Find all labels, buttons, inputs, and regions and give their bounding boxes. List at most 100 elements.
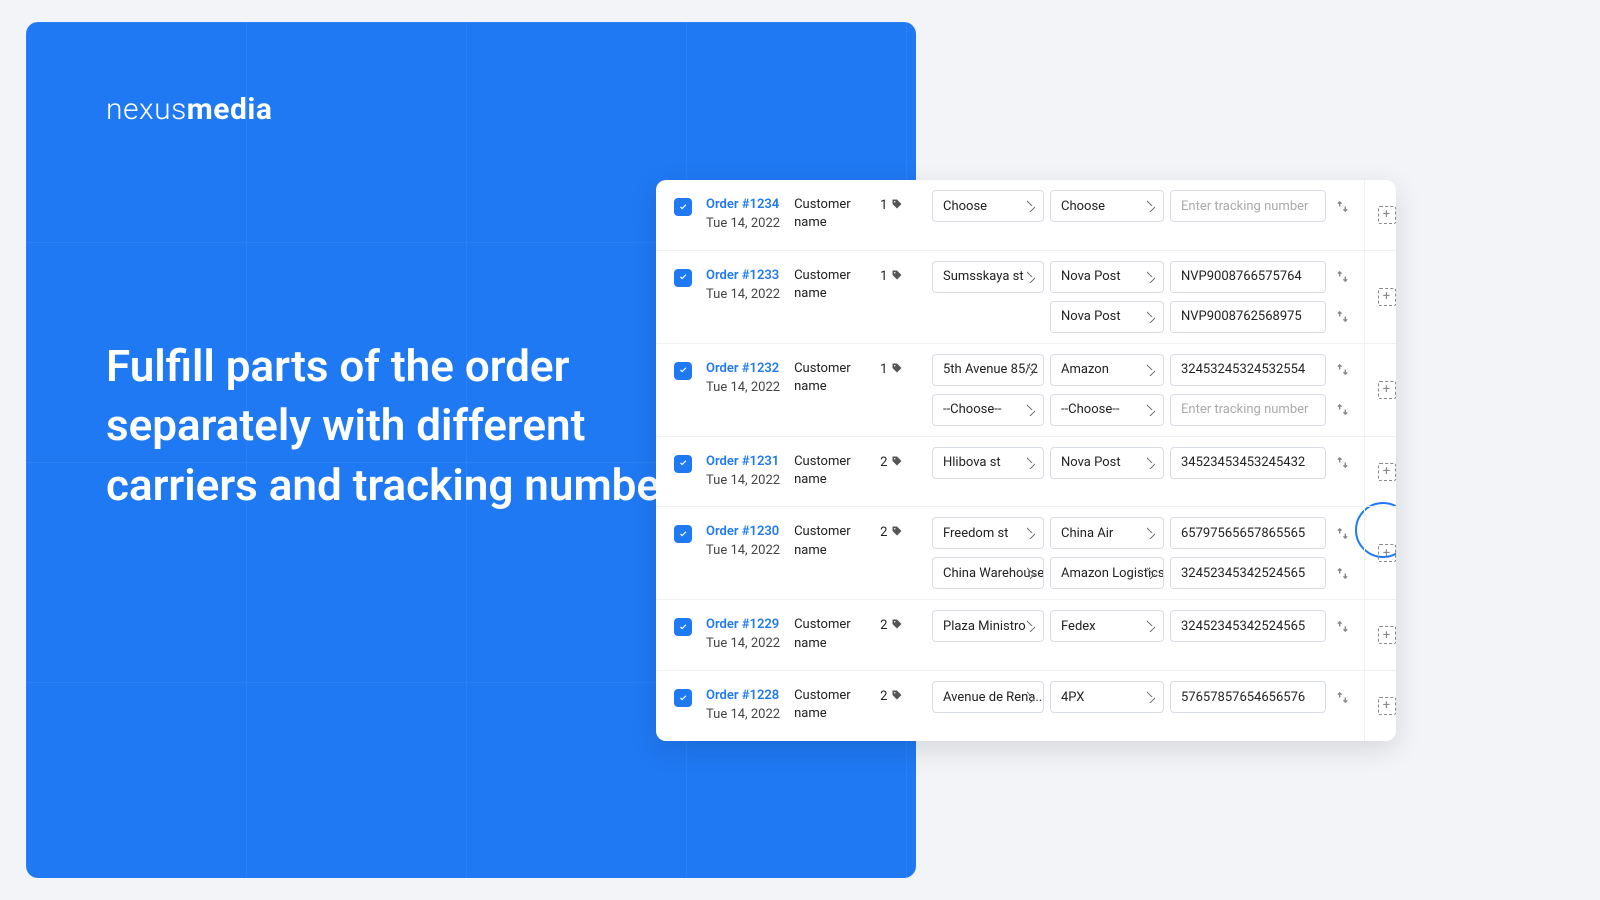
swap-icon[interactable]	[1332, 616, 1352, 636]
fulfillment-lines: 5th Avenue 85/2Amazon32453245324532554--…	[928, 344, 1364, 436]
add-line-button[interactable]: +	[1378, 697, 1396, 715]
order-row: Order #1233Tue 14, 2022Customer name1Sum…	[656, 250, 1396, 343]
location-select[interactable]: China Warehouse	[932, 557, 1044, 589]
checkbox[interactable]	[674, 689, 692, 707]
line-count: 2	[880, 618, 903, 634]
swap-icon[interactable]	[1332, 360, 1352, 380]
tracking-input[interactable]: NVP9008762568975	[1170, 301, 1326, 333]
swap-icon[interactable]	[1332, 687, 1352, 707]
order-link[interactable]: Order #1230	[706, 524, 779, 539]
location-select[interactable]: Avenue de Rena..	[932, 681, 1044, 713]
fulfillment-line: 5th Avenue 85/2Amazon32453245324532554	[932, 354, 1352, 386]
fulfillment-line: Hlibova stNova Post34523453453245432	[932, 447, 1352, 479]
line-count: 1	[880, 362, 903, 378]
checkbox[interactable]	[674, 455, 692, 473]
tracking-input[interactable]: 32452345342524565	[1170, 557, 1326, 589]
carrier-select[interactable]: Amazon Logistics	[1050, 557, 1164, 589]
swap-icon[interactable]	[1332, 267, 1352, 287]
location-select[interactable]: Choose	[932, 190, 1044, 222]
tag-icon	[891, 362, 903, 378]
order-link[interactable]: Order #1234	[706, 197, 779, 212]
fulfillment-line: Nova PostNVP9008762568975	[932, 301, 1352, 333]
add-line-col: +	[1364, 600, 1396, 670]
order-link[interactable]: Order #1228	[706, 688, 779, 703]
order-link[interactable]: Order #1231	[706, 454, 779, 469]
carrier-select[interactable]: Nova Post	[1050, 301, 1164, 333]
customer-name: Customer name	[794, 267, 866, 303]
add-line-button[interactable]: +	[1378, 206, 1396, 224]
order-row: Order #1230 Tue 14, 2022 Customer name 2 Fre…	[656, 506, 1396, 599]
location-select[interactable]: Hlibova st	[932, 447, 1044, 479]
location-select[interactable]: --Choose--	[932, 394, 1044, 426]
order-date: Tue 14, 2022	[706, 636, 780, 651]
order-row: Order #1231Tue 14, 2022Customer name2Hli…	[656, 436, 1396, 507]
order-date: Tue 14, 2022	[706, 543, 780, 558]
customer-name: Customer name	[794, 523, 866, 559]
carrier-select[interactable]: Fedex	[1050, 610, 1164, 642]
location-select[interactable]: Plaza Ministro	[932, 610, 1044, 642]
orders-card: Order #1234 Tue 14, 2022 Customer name 1 Cho…	[656, 180, 1396, 741]
line-count: 1	[880, 198, 903, 214]
tracking-input[interactable]: 32452345342524565	[1170, 610, 1326, 642]
checkbox[interactable]	[674, 269, 692, 287]
carrier-select[interactable]: Amazon	[1050, 354, 1164, 386]
swap-icon[interactable]	[1332, 523, 1352, 543]
carrier-select[interactable]: China Air	[1050, 517, 1164, 549]
tracking-input[interactable]: 57657857654656576	[1170, 681, 1326, 713]
add-line-button[interactable]: +	[1378, 626, 1396, 644]
tracking-input[interactable]: Enter tracking number	[1170, 394, 1326, 426]
order-meta: Order #1231Tue 14, 2022Customer name2	[656, 437, 928, 507]
tag-icon	[891, 689, 903, 705]
swap-icon[interactable]	[1332, 400, 1352, 420]
add-line-button[interactable]: +	[1378, 544, 1396, 562]
order-link[interactable]: Order #1232	[706, 361, 779, 376]
add-line-button[interactable]: +	[1378, 288, 1396, 306]
tracking-input[interactable]: NVP9008766575764	[1170, 261, 1326, 293]
order-meta: Order #1228Tue 14, 2022Customer name2	[656, 671, 928, 741]
headline: Fulfill parts of the order separately wi…	[106, 337, 726, 515]
carrier-select[interactable]: Nova Post	[1050, 261, 1164, 293]
order-link[interactable]: Order #1229	[706, 617, 779, 632]
order-id-block: Order #1229 Tue 14, 2022	[706, 616, 780, 654]
order-id-block: Order #1232 Tue 14, 2022	[706, 360, 780, 398]
tracking-input[interactable]: 32453245324532554	[1170, 354, 1326, 386]
carrier-select[interactable]: --Choose--	[1050, 394, 1164, 426]
location-select[interactable]: 5th Avenue 85/2	[932, 354, 1044, 386]
add-line-col: +	[1364, 180, 1396, 250]
checkbox[interactable]	[674, 525, 692, 543]
tag-icon	[891, 269, 903, 285]
order-meta: Order #1233Tue 14, 2022Customer name1	[656, 251, 928, 343]
add-line-col: +	[1364, 344, 1396, 436]
checkbox[interactable]	[674, 618, 692, 636]
location-select[interactable]: Sumsskaya st	[932, 261, 1044, 293]
swap-icon[interactable]	[1332, 307, 1352, 327]
order-row: Order #1234Tue 14, 2022Customer name1Cho…	[656, 180, 1396, 250]
order-date: Tue 14, 2022	[706, 380, 780, 395]
location-select[interactable]: Freedom st	[932, 517, 1044, 549]
line-count: 2	[880, 525, 903, 541]
swap-icon[interactable]	[1332, 563, 1352, 583]
add-line-button[interactable]: +	[1378, 463, 1396, 481]
tracking-input[interactable]: Enter tracking number	[1170, 190, 1326, 222]
customer-name: Customer name	[794, 687, 866, 723]
checkbox[interactable]	[674, 198, 692, 216]
fulfillment-lines: Avenue de Rena..4PX57657857654656576	[928, 671, 1364, 741]
swap-icon[interactable]	[1332, 196, 1352, 216]
carrier-select[interactable]: Choose	[1050, 190, 1164, 222]
order-meta: Order #1232Tue 14, 2022Customer name1	[656, 344, 928, 436]
fulfillment-lines: Plaza MinistroFedex32452345342524565	[928, 600, 1364, 670]
order-id-block: Order #1233Tue 14, 2022	[706, 267, 780, 305]
swap-icon[interactable]	[1332, 453, 1352, 473]
order-meta: Order #1230 Tue 14, 2022 Customer name 2	[656, 507, 928, 599]
fulfillment-lines: Hlibova stNova Post34523453453245432	[928, 437, 1364, 507]
carrier-select[interactable]: Nova Post	[1050, 447, 1164, 479]
tracking-input[interactable]: 65797565657865565	[1170, 517, 1326, 549]
brand-bold: media	[187, 92, 273, 127]
order-date: Tue 14, 2022	[706, 473, 780, 488]
carrier-select[interactable]: 4PX	[1050, 681, 1164, 713]
order-link[interactable]: Order #1233	[706, 268, 779, 283]
checkbox[interactable]	[674, 362, 692, 380]
add-line-button[interactable]: +	[1378, 381, 1396, 399]
tag-icon	[891, 455, 903, 471]
tracking-input[interactable]: 34523453453245432	[1170, 447, 1326, 479]
